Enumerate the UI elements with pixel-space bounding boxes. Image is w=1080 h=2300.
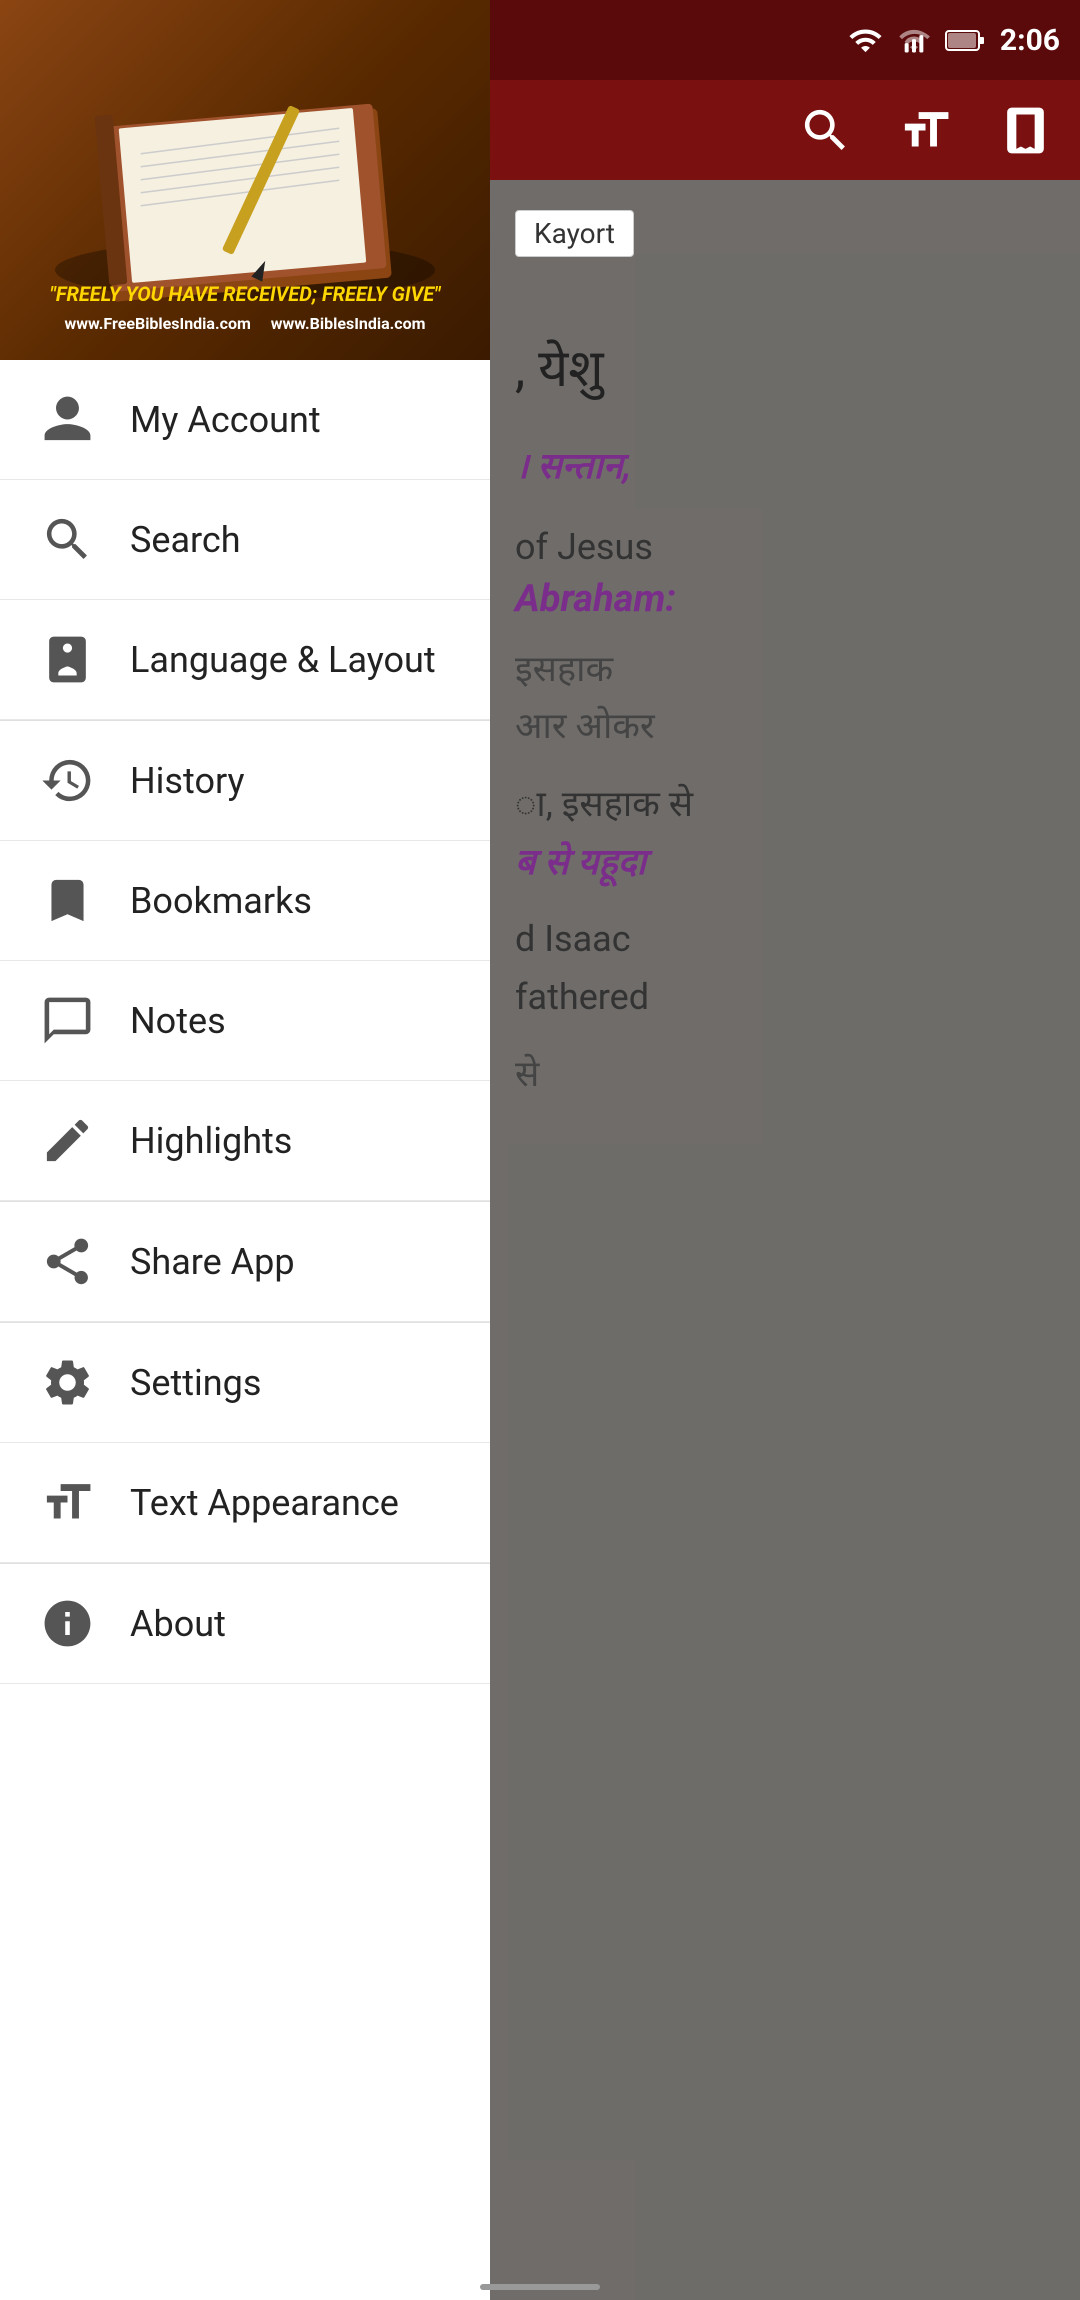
status-time: 2:06 <box>1000 23 1060 58</box>
sidebar-item-label-history: History <box>130 760 245 802</box>
sidebar-item-label-settings: Settings <box>130 1362 261 1404</box>
search-action-button[interactable] <box>790 95 860 165</box>
battery-status-icon <box>945 28 985 53</box>
wifi-status-icon <box>848 23 883 58</box>
sidebar-item-label-notes: Notes <box>130 1000 226 1042</box>
sidebar-item-label-share-app: Share App <box>130 1241 295 1283</box>
book-action-button[interactable] <box>990 95 1060 165</box>
search-icon <box>35 507 100 572</box>
sidebar-item-text-appearance[interactable]: Text Appearance <box>0 1443 490 1563</box>
header-image: "FREELY YOU HAVE RECEIVED; FREELY GIVE" … <box>0 0 490 360</box>
status-right: 2:06 <box>848 23 1060 58</box>
sidebar-item-history[interactable]: History <box>0 721 490 841</box>
scroll-indicator <box>480 2284 600 2290</box>
sidebar-item-label-search: Search <box>130 519 241 561</box>
sidebar-item-label-about: About <box>130 1603 226 1645</box>
sidebar-item-share-app[interactable]: Share App <box>0 1202 490 1322</box>
menu-list: My Account Search Language & Layout <box>0 360 490 2300</box>
notes-icon <box>35 988 100 1053</box>
sidebar-item-language-layout[interactable]: Language & Layout <box>0 600 490 720</box>
sidebar-item-label-bookmarks: Bookmarks <box>130 880 312 922</box>
sidebar-item-highlights[interactable]: Highlights <box>0 1081 490 1201</box>
font-size-action-button[interactable] <box>890 95 960 165</box>
sidebar-header: "FREELY YOU HAVE RECEIVED; FREELY GIVE" … <box>0 0 490 360</box>
sidebar-item-search[interactable]: Search <box>0 480 490 600</box>
sidebar-item-label-language-layout: Language & Layout <box>130 639 436 681</box>
sidebar-item-about[interactable]: About <box>0 1564 490 1684</box>
header-quote: "FREELY YOU HAVE RECEIVED; FREELY GIVE" … <box>0 280 490 335</box>
person-icon <box>35 387 100 452</box>
book-icon <box>35 627 100 692</box>
bible-book-svg <box>45 40 445 320</box>
signal-status-icon <box>898 23 930 58</box>
edit-icon <box>35 1108 100 1173</box>
sidebar-item-bookmarks[interactable]: Bookmarks <box>0 841 490 961</box>
sidebar-item-label-highlights: Highlights <box>130 1120 292 1162</box>
sidebar-item-notes[interactable]: Notes <box>0 961 490 1081</box>
sidebar-item-settings[interactable]: Settings <box>0 1323 490 1443</box>
sidebar-drawer: "FREELY YOU HAVE RECEIVED; FREELY GIVE" … <box>0 0 490 2300</box>
action-bar <box>490 80 1080 180</box>
overlay-dim <box>490 0 1080 2300</box>
history-icon <box>35 748 100 813</box>
bookmark-icon <box>35 868 100 933</box>
share-icon <box>35 1229 100 1294</box>
info-icon <box>35 1591 100 1656</box>
settings-icon <box>35 1350 100 1415</box>
sidebar-item-label-text-appearance: Text Appearance <box>130 1482 399 1524</box>
sidebar-item-my-account[interactable]: My Account <box>0 360 490 480</box>
sidebar-item-label-my-account: My Account <box>130 399 321 441</box>
text-icon <box>35 1470 100 1535</box>
